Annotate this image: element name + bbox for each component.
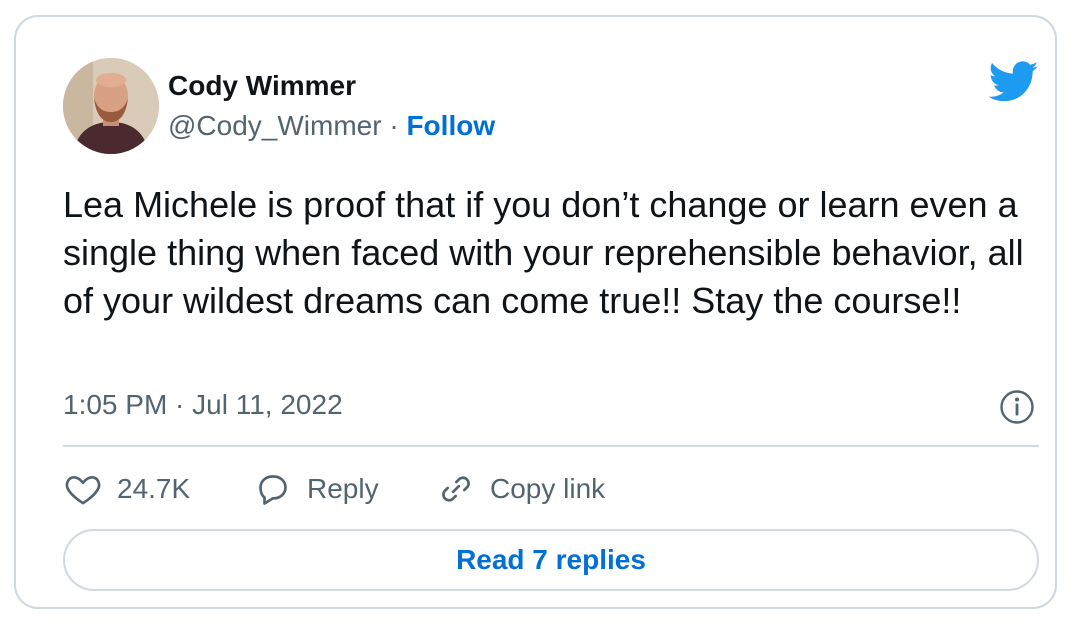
copy-link-label: Copy link bbox=[490, 473, 606, 504]
divider bbox=[63, 445, 1039, 447]
info-icon[interactable] bbox=[999, 389, 1035, 425]
tweet-actions: 24.7K Reply Copy link bbox=[63, 463, 605, 515]
author-handle-row: @Cody_Wimmer · Follow bbox=[168, 110, 495, 142]
tweet-card: Cody Wimmer @Cody_Wimmer · Follow Lea Mi… bbox=[14, 15, 1057, 609]
tweet-text: Lea Michele is proof that if you don’t c… bbox=[63, 184, 1024, 321]
reply-button[interactable]: Reply bbox=[253, 469, 436, 509]
avatar[interactable] bbox=[63, 58, 159, 154]
read-replies-button[interactable]: Read 7 replies bbox=[63, 529, 1039, 591]
author-display-name[interactable]: Cody Wimmer bbox=[168, 70, 356, 102]
twitter-bird-icon[interactable] bbox=[988, 61, 1039, 103]
link-icon bbox=[442, 476, 470, 502]
tweet-timestamp[interactable]: 1:05 PM · Jul 11, 2022 bbox=[63, 389, 343, 421]
author-handle[interactable]: @Cody_Wimmer bbox=[168, 110, 382, 141]
copy-link-button[interactable]: Copy link bbox=[436, 469, 605, 509]
reply-label: Reply bbox=[307, 473, 379, 504]
handle-separator: · bbox=[389, 110, 399, 141]
reply-bubble-icon bbox=[259, 475, 287, 505]
heart-icon bbox=[65, 476, 101, 505]
like-count: 24.7K bbox=[117, 473, 191, 504]
avatar-photo-icon bbox=[63, 58, 159, 154]
like-button[interactable]: 24.7K bbox=[63, 469, 253, 509]
follow-button[interactable]: Follow bbox=[406, 110, 495, 141]
